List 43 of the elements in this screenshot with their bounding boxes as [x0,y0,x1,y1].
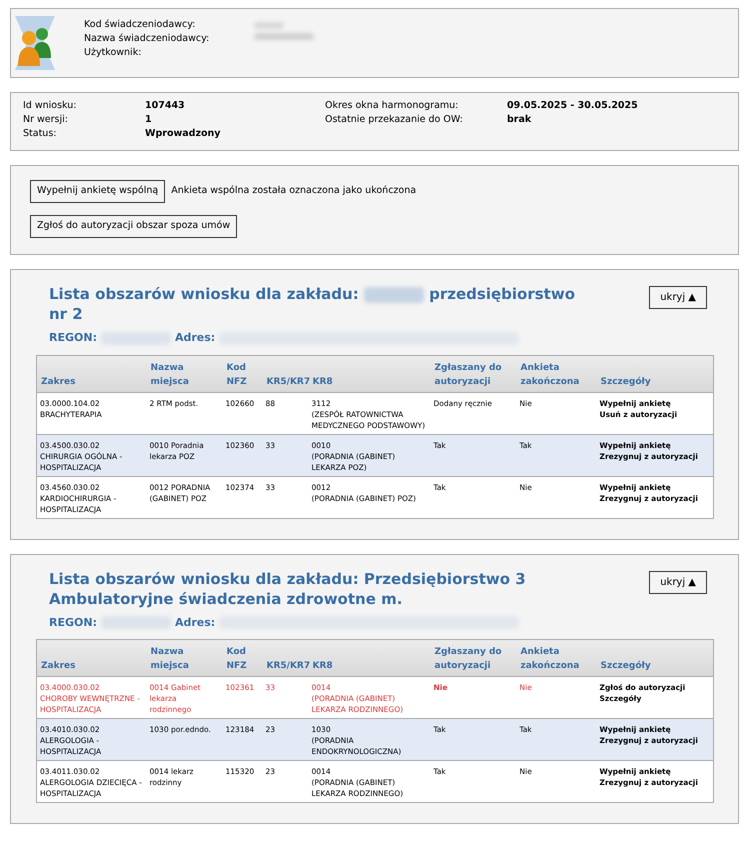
field-label: REGON: [49,330,97,346]
field-label: Okres okna harmonogramu: [325,99,460,113]
column-header: KR8 [308,640,430,676]
column-header: Ankieta zakończona [516,355,596,392]
column-header: Nazwa miejsca [146,640,222,676]
field-label: Użytkownik: [84,46,142,60]
hide-button[interactable]: ukryj ▲ [649,570,707,594]
field-value: 1 [145,113,153,127]
field-value: brak [507,113,532,127]
column-header: Ankieta zakończona [516,640,596,676]
field-label: Kod świadczeniodawcy: [84,18,196,32]
field-label: Ostatnie przekazanie do OW: [325,113,464,127]
report-button[interactable]: Zgłoś do autoryzacji obszar spoza umów [30,215,238,238]
field-value: Wprowadzony [145,127,222,141]
hide-button[interactable]: ukryj ▲ [649,286,707,309]
status-text: Ankieta wspólna została oznaczona jako ukończona [171,184,416,198]
field-value: 09.05.2025 - 30.05.2025 [507,99,639,113]
column-header: KR5/KR7 [262,355,308,392]
field-label: REGON: [49,614,97,630]
column-header: Szczegóły [596,355,714,392]
survey-button[interactable]: Wypełnij ankietę wspólną [30,180,166,203]
field-label: Status: [23,127,58,141]
column-header: Zgłaszany do autoryzacji [430,355,516,392]
column-header: KR5/KR7 [262,640,308,676]
column-header: Kod NFZ [222,640,262,676]
blurred-text [254,22,284,29]
field-label: Adres: [174,614,216,630]
column-header: Zgłaszany do autoryzacji [430,640,516,676]
column-header: Nazwa miejsca [146,355,222,392]
field-label: Id wniosku: [23,99,78,113]
field-label: Adres: [174,330,216,346]
column-header: Szczegóły [596,640,714,676]
field-label: Nr wersji: [23,113,69,127]
blurred-text [254,33,314,40]
section-title: Lista obszarów wniosku dla zakładu: Przedsiębiorstwo 3 Ambulatoryjne świadczenia zdrowotne m. [49,568,527,608]
column-header: Zakres [36,640,146,676]
section-title: Lista obszarów wniosku dla zakładu: przedsiębiorstwo nr 2 [49,284,576,324]
field-label: Nazwa świadczeniodawcy: [84,32,210,46]
field-value: 107443 [145,99,186,113]
users-icon [13,14,57,72]
column-header: Kod NFZ [222,355,262,392]
column-header: Zakres [36,355,146,392]
column-header: KR8 [308,355,430,392]
